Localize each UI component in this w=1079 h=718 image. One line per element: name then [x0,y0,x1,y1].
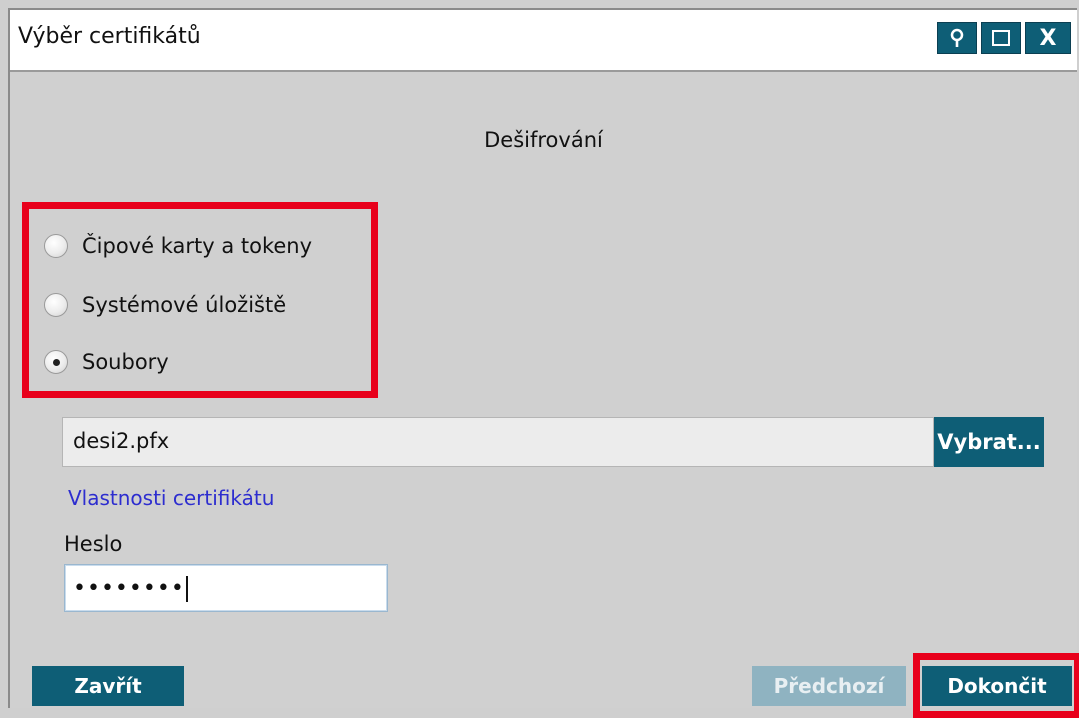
text-caret [185,576,188,602]
pin-icon[interactable] [937,22,977,54]
radio-label: Systémové úložiště [82,293,287,317]
highlight-frame-finish [913,653,1079,718]
window-title: Výběr certifikátů [18,24,201,49]
radio-files[interactable]: Soubory [44,350,169,374]
radio-label: Čipové karty a tokeny [82,234,313,258]
radio-button[interactable] [44,234,68,258]
radio-button[interactable] [44,293,68,317]
close-icon[interactable]: X [1025,22,1071,54]
radio-system-store[interactable]: Systémové úložiště [44,293,286,317]
maximize-icon-glyph [992,30,1010,46]
radio-label: Soubory [82,350,169,374]
file-path-field[interactable]: desi2.pfx [62,417,934,467]
certificate-properties-link[interactable]: Vlastnosti certifikátu [68,486,274,510]
pin-icon-glyph [950,28,964,47]
maximize-icon[interactable] [981,22,1021,54]
browse-button[interactable]: Vybrat... [934,417,1044,467]
title-bar: Výběr certifikátů X [10,10,1077,72]
certificate-selection-dialog: Výběr certifikátů X Dešifrování Čipové k… [8,8,1079,718]
password-field[interactable]: •••••••• [64,564,388,612]
radio-smart-cards[interactable]: Čipové karty a tokeny [44,234,312,258]
password-mask: •••••••• [73,576,185,601]
close-button[interactable]: Zavřít [32,666,184,706]
password-label: Heslo [64,532,123,556]
dialog-heading: Dešifrování [484,128,603,152]
previous-button: Předchozí [752,666,906,706]
window-controls: X [937,22,1071,54]
radio-button-selected[interactable] [44,350,68,374]
